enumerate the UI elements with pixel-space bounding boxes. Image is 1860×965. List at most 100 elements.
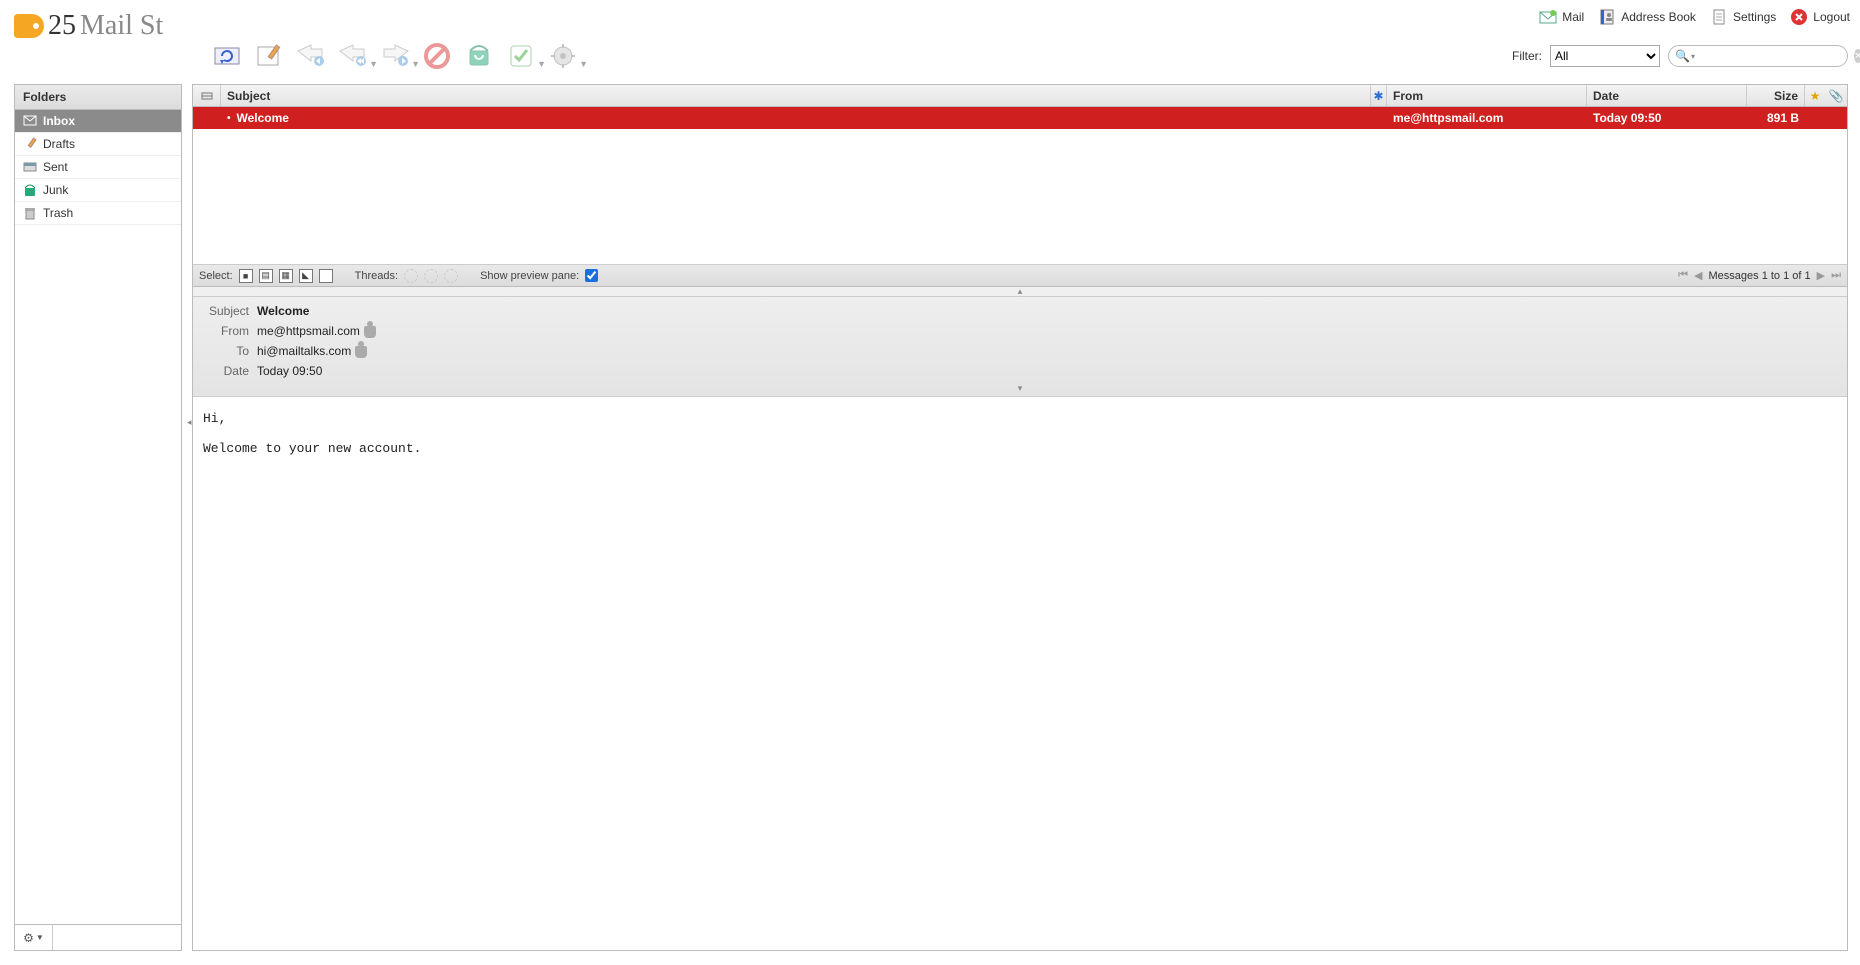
message-row[interactable]: •Welcome me@httpsmail.com Today 09:50 89…: [193, 107, 1847, 129]
logo-tag-icon: [14, 14, 44, 38]
add-contact-icon[interactable]: [364, 326, 376, 338]
message-list-empty: [193, 129, 1847, 264]
select-label: Select:: [199, 270, 233, 282]
search-icon: 🔍: [1675, 49, 1690, 63]
folder-settings-button[interactable]: ⚙▼: [15, 925, 53, 950]
preview-toggle-label: Show preview pane:: [480, 270, 579, 282]
page-prev-button[interactable]: ◀: [1694, 269, 1702, 282]
select-invert-button[interactable]: ◣: [299, 269, 313, 283]
more-actions-button[interactable]: ▼: [546, 39, 580, 73]
folder-junk[interactable]: Junk: [15, 179, 181, 202]
horizontal-splitter[interactable]: ▴: [193, 287, 1847, 297]
col-thread-toggle[interactable]: [193, 85, 221, 106]
col-attachment-icon[interactable]: 📎: [1825, 85, 1847, 106]
preview-pane: ◂ ◱ Subject Welcome From me@httpsmail.co…: [193, 297, 1847, 950]
preview-to[interactable]: hi@mailtalks.com: [257, 344, 351, 358]
label-date: Date: [203, 364, 257, 378]
label-from: From: [203, 324, 257, 338]
page-next-button[interactable]: ▶: [1817, 269, 1825, 282]
nav-mail-label: Mail: [1562, 10, 1584, 24]
app-logo: 25 Mail St: [14, 10, 163, 42]
dropdown-arrow-icon: ▼: [369, 59, 378, 69]
col-from[interactable]: From: [1387, 85, 1587, 106]
reply-button[interactable]: [294, 39, 328, 73]
folder-drafts[interactable]: Drafts: [15, 133, 181, 156]
filter-label: Filter:: [1512, 49, 1542, 63]
add-contact-icon[interactable]: [355, 346, 367, 358]
preview-header: Subject Welcome From me@httpsmail.com To…: [193, 297, 1847, 397]
select-unread-button[interactable]: ▦: [279, 269, 293, 283]
nav-logout[interactable]: Logout: [1790, 8, 1850, 26]
junk-button[interactable]: [462, 39, 496, 73]
mark-button[interactable]: ▼: [504, 39, 538, 73]
dropdown-arrow-icon: ▼: [537, 59, 546, 69]
nav-settings[interactable]: Settings: [1710, 8, 1776, 26]
row-subject: Welcome: [237, 111, 289, 125]
reply-all-button[interactable]: ▼: [336, 39, 370, 73]
col-from-indicator-icon[interactable]: ✱: [1371, 85, 1387, 106]
search-input[interactable]: [1699, 49, 1854, 63]
trash-icon: [23, 206, 37, 220]
main-area: Folders Inbox Drafts Sent Junk Trash: [14, 84, 1848, 951]
col-flag-icon[interactable]: ★: [1805, 85, 1825, 106]
address-book-icon: [1598, 8, 1616, 26]
settings-doc-icon: [1710, 8, 1728, 26]
folder-label: Sent: [43, 160, 68, 174]
label-to: To: [203, 344, 257, 358]
preview-from[interactable]: me@httpsmail.com: [257, 324, 360, 338]
folder-label: Inbox: [43, 114, 75, 128]
thread-toggle-icon[interactable]: [444, 269, 458, 283]
header-toggle-button[interactable]: ▾: [203, 381, 1837, 396]
nav-settings-label: Settings: [1733, 10, 1776, 24]
folder-inbox[interactable]: Inbox: [15, 110, 181, 133]
content-panel: Subject ✱ From Date Size ★ 📎 •Welcome me…: [192, 84, 1848, 951]
row-from: me@httpsmail.com: [1387, 107, 1587, 129]
page-first-button[interactable]: ⏮: [1678, 269, 1688, 282]
col-subject[interactable]: Subject: [221, 85, 1371, 106]
select-none-button[interactable]: [319, 269, 333, 283]
nav-address-book[interactable]: Address Book: [1598, 8, 1696, 26]
folder-list: Inbox Drafts Sent Junk Trash: [15, 110, 181, 924]
search-clear-button[interactable]: ✕: [1854, 49, 1860, 63]
preview-toggle-checkbox[interactable]: [585, 269, 598, 282]
preview-date: Today 09:50: [257, 364, 322, 378]
main-toolbar: ▼ ▼ ▼ ▼ Filter: All 🔍▾ ✕: [0, 34, 1860, 78]
pager-text: Messages 1 to 1 of 1: [1709, 270, 1811, 282]
refresh-button[interactable]: [210, 39, 244, 73]
toolbar-actions: ▼ ▼ ▼ ▼: [210, 39, 580, 73]
search-menu-arrow-icon[interactable]: ▾: [1691, 52, 1695, 61]
row-date: Today 09:50: [1587, 107, 1747, 129]
thread-expand-icon[interactable]: [404, 269, 418, 283]
preview-body: Hi, Welcome to your new account.: [193, 397, 1847, 950]
col-size[interactable]: Size: [1747, 85, 1805, 106]
col-date[interactable]: Date: [1587, 85, 1747, 106]
select-page-button[interactable]: ▤: [259, 269, 273, 283]
folders-footer: ⚙▼: [15, 924, 181, 950]
toolbar-filter: Filter: All 🔍▾ ✕: [1512, 45, 1848, 67]
drafts-icon: [23, 137, 37, 151]
select-all-button[interactable]: ■: [239, 269, 253, 283]
nav-mail[interactable]: Mail: [1539, 8, 1584, 26]
thread-collapse-icon[interactable]: [424, 269, 438, 283]
folder-sent[interactable]: Sent: [15, 156, 181, 179]
folder-panel: Folders Inbox Drafts Sent Junk Trash: [14, 84, 182, 951]
delete-button[interactable]: [420, 39, 454, 73]
folder-label: Junk: [43, 183, 68, 197]
logo-text-mailst: Mail St: [80, 10, 163, 42]
compose-button[interactable]: [252, 39, 286, 73]
folder-label: Drafts: [43, 137, 75, 151]
label-subject: Subject: [203, 304, 257, 318]
row-size: 891 B: [1747, 107, 1805, 129]
page-last-button[interactable]: ⏭: [1831, 269, 1841, 282]
list-footer-bar: Select: ■ ▤ ▦ ◣ Threads: Show preview pa…: [193, 264, 1847, 286]
forward-button[interactable]: ▼: [378, 39, 412, 73]
filter-select[interactable]: All: [1550, 45, 1660, 67]
logout-icon: [1790, 8, 1808, 26]
message-list-header: Subject ✱ From Date Size ★ 📎: [193, 85, 1847, 107]
folder-trash[interactable]: Trash: [15, 202, 181, 225]
logo-text-25: 25: [48, 10, 76, 42]
search-box[interactable]: 🔍▾ ✕: [1668, 45, 1848, 67]
vertical-splitter[interactable]: ◂: [187, 417, 192, 428]
nav-address-book-label: Address Book: [1621, 10, 1696, 24]
dropdown-arrow-icon: ▼: [579, 59, 588, 69]
